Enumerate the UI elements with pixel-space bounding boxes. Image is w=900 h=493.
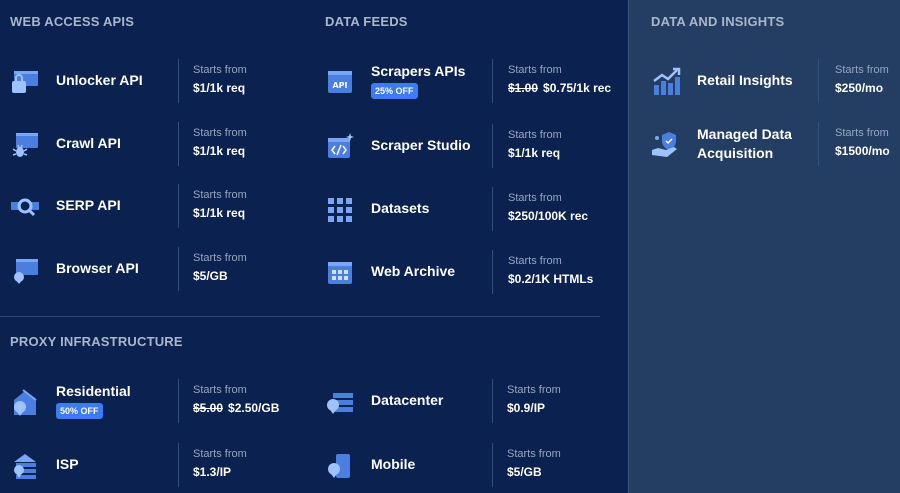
item-name: Datacenter [371,392,444,408]
section-title-proxy: PROXY INFRASTRUCTURE [10,334,183,349]
starts-from-label: Starts from [193,448,247,460]
chart-icon [651,67,681,97]
archive-icon [325,258,355,288]
menu-item-browser-api[interactable]: Browser API Starts from $5/GB [10,245,290,297]
menu-item-unlocker-api[interactable]: Unlocker API Starts from $1/1k req [10,57,290,109]
item-price: $0.2/1K HTMLs [508,272,594,286]
menu-item-serp-api[interactable]: SERP API Starts from $1/1k req [10,182,290,234]
mobile-pin-icon [325,451,355,481]
new-price: $0.75/1k rec [543,81,612,95]
new-price: $2.50/GB [228,401,280,415]
starts-from-label: Starts from [835,127,889,139]
item-name: Unlocker API [56,72,143,88]
crawl-bug-icon [10,130,40,160]
item-price: $5/GB [507,465,542,479]
starts-from-label: Starts from [508,255,562,267]
starts-from-label: Starts from [193,384,247,396]
starts-from-label: Starts from [507,384,561,396]
section-title-data-insights: DATA AND INSIGHTS [651,14,785,29]
old-price: $5.00 [193,401,224,415]
item-price: $1/1k req [193,144,246,158]
discount-badge: 50% OFF [56,403,103,419]
menu-item-scrapers-apis[interactable]: API Scrapers APIs 25% OFF Starts from $1… [325,57,625,109]
building-pin-icon [10,451,40,481]
hand-shield-icon [651,130,681,160]
item-price: $5/GB [193,269,228,283]
item-name: Mobile [371,456,416,472]
starts-from-label: Starts from [193,64,247,76]
item-price: $1.00 $0.75/1k rec [508,81,611,95]
item-name: Datasets [371,200,430,216]
starts-from-label: Starts from [507,448,561,460]
item-name: Managed Data Acquisition [697,126,792,161]
starts-from-label: Starts from [193,252,247,264]
starts-from-label: Starts from [508,192,562,204]
api-icon: API [325,67,355,97]
menu-item-retail-insights[interactable]: Retail Insights Starts from $250/mo [651,57,896,109]
server-pin-icon [325,387,355,417]
item-price: $5.00 $2.50/GB [193,401,279,415]
starts-from-label: Starts from [193,127,247,139]
section-title-data-feeds: DATA FEEDS [325,14,408,29]
item-name: ISP [56,456,79,472]
item-name: SERP API [56,197,121,213]
item-name: Web Archive [371,263,456,279]
item-price: $1.3/IP [193,465,232,479]
starts-from-label: Starts from [193,189,247,201]
browser-icon [10,255,40,285]
code-sparkle-icon [325,132,355,162]
item-price: $1/1k req [508,146,561,160]
menu-item-datasets[interactable]: Datasets Starts from $250/100K rec [325,185,625,237]
item-name: Scraper Studio [371,137,471,153]
menu-item-isp[interactable]: ISP Starts from $1.3/IP [10,441,310,493]
item-name: Crawl API [56,135,121,151]
starts-from-label: Starts from [508,129,562,141]
serp-search-icon [10,192,40,222]
menu-item-residential[interactable]: Residential 50% OFF Starts from $5.00 $2.… [10,377,310,429]
menu-item-datacenter[interactable]: Datacenter Starts from $0.9/IP [325,377,625,429]
item-name: Browser API [56,260,139,276]
item-price: $1/1k req [193,206,246,220]
item-price: $0.9/IP [507,401,546,415]
grid-icon [325,195,355,225]
item-price: $1/1k req [193,81,246,95]
item-price: $250/100K rec [508,209,589,223]
item-price: $1500/mo [835,144,890,158]
unlocker-icon [10,67,40,97]
item-name: Scrapers APIs [371,63,466,79]
starts-from-label: Starts from [508,64,562,76]
menu-item-web-archive[interactable]: Web Archive Starts from $0.2/1K HTMLs [325,248,625,300]
svg-text:API: API [332,81,347,90]
item-price: $250/mo [835,81,884,95]
discount-badge: 25% OFF [371,83,418,99]
old-price: $1.00 [508,81,539,95]
menu-item-managed-data-acquisition[interactable]: Managed Data Acquisition Starts from $15… [651,120,896,172]
menu-item-mobile[interactable]: Mobile Starts from $5/GB [325,441,625,493]
section-title-web-access: WEB ACCESS APIS [10,14,135,29]
item-name: Retail Insights [697,72,793,88]
home-pin-icon [10,387,40,417]
menu-item-crawl-api[interactable]: Crawl API Starts from $1/1k req [10,120,290,172]
section-divider [0,316,600,317]
menu-item-scraper-studio[interactable]: Scraper Studio Starts from $1/1k req [325,122,625,174]
starts-from-label: Starts from [835,64,889,76]
item-name: Residential [56,383,131,399]
